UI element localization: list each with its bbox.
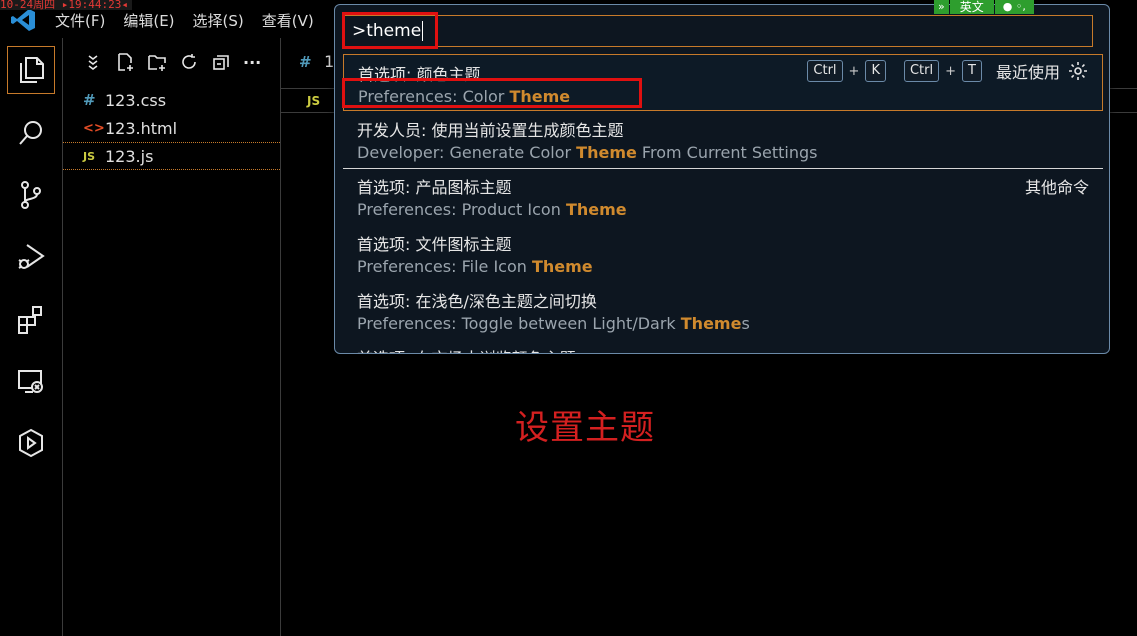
new-folder-icon[interactable] [147, 52, 167, 72]
command-palette: >theme 首选项: 颜色主题 Preferences: Color Them… [334, 4, 1110, 354]
command-item-browse-themes[interactable]: 首选项: 在市场中浏览颜色主题 [343, 339, 1103, 353]
menu-selection[interactable]: 选择(S) [193, 8, 254, 33]
group-separator [343, 168, 1103, 169]
ime-language-toggle[interactable]: 英文 [949, 0, 994, 14]
activity-bar [0, 38, 63, 636]
menu-file[interactable]: 文件(F) [55, 8, 115, 33]
match-highlight: Theme [576, 143, 637, 162]
more-icon[interactable]: ··· [243, 53, 261, 72]
file-item-js[interactable]: JS 123.js [63, 142, 280, 170]
css-file-icon: # [299, 53, 312, 71]
keybinding-group: Ctrl + K Ctrl + T 最近使用 [807, 59, 1088, 83]
breadcrumb-js-icon[interactable]: JS [307, 94, 320, 108]
command-palette-input[interactable]: >theme [343, 15, 1093, 47]
command-item-toggle-theme[interactable]: 首选项: 在浅色/深色主题之间切换 Preferences: Toggle be… [343, 282, 1103, 339]
gear-icon[interactable] [1068, 61, 1088, 81]
vscode-window: 文件(F) 编辑(E) 选择(S) 查看(V) 10-24周四 ▸19:44:2… [0, 0, 1137, 636]
command-item-product-icon-theme[interactable]: 首选项: 产品图标主题 其他命令 Preferences: Product Ic… [343, 168, 1103, 225]
ime-expand-button[interactable]: » [934, 0, 949, 14]
menu-edit[interactable]: 编辑(E) [123, 8, 184, 33]
html-file-icon: <> [83, 120, 105, 136]
live-share-icon[interactable] [12, 424, 50, 462]
subtitle-text: Preferences: Toggle between Light/Dark [357, 314, 681, 333]
collapse-icon[interactable] [83, 52, 103, 72]
explorer-toolbar: ··· [83, 52, 261, 72]
command-subtitle: Preferences: Product Icon Theme [357, 200, 627, 219]
file-item-css[interactable]: # 123.css [63, 86, 280, 114]
keybinding-key: Ctrl [807, 60, 843, 82]
command-subtitle: Preferences: File Icon Theme [357, 257, 593, 276]
command-title: 首选项: 在浅色/深色主题之间切换 [357, 292, 597, 311]
vscode-logo-icon [11, 9, 35, 31]
subtitle-text: s [741, 314, 750, 333]
command-title: 开发人员: 使用当前设置生成颜色主题 [357, 121, 624, 140]
command-title: 首选项: 在市场中浏览颜色主题 [357, 345, 575, 353]
plus-sign: + [848, 63, 860, 79]
remote-explorer-icon[interactable] [12, 362, 50, 400]
command-title: 首选项: 文件图标主题 [357, 235, 512, 254]
recently-used-label: 最近使用 [995, 63, 1060, 82]
subtitle-text: From Current Settings [636, 143, 818, 162]
match-highlight: Theme [531, 257, 593, 276]
command-item-file-icon-theme[interactable]: 首选项: 文件图标主题 Preferences: File Icon Theme [343, 225, 1103, 282]
file-name: 123.js [105, 146, 154, 166]
file-name: 123.html [105, 118, 178, 138]
annotation-box-input [342, 12, 438, 49]
menu-bar: 文件(F) 编辑(E) 选择(S) 查看(V) [55, 8, 332, 33]
collapse-all-icon[interactable] [211, 52, 231, 72]
match-highlight: Theme [680, 314, 742, 333]
source-control-icon[interactable] [12, 176, 50, 214]
match-highlight: Theme [565, 200, 627, 219]
subtitle-text: Preferences: File Icon [357, 257, 532, 276]
menu-view[interactable]: 查看(V) [262, 8, 324, 33]
keybinding-key: T [962, 60, 982, 82]
command-subtitle: Preferences: Toggle between Light/Dark T… [357, 314, 750, 333]
annotation-box-color-theme [342, 78, 642, 108]
datetime-overlay: 10-24周四 ▸19:44:23◂ [0, 0, 132, 10]
file-name: 123.css [105, 90, 167, 110]
refresh-icon[interactable] [179, 52, 199, 72]
subtitle-text: Preferences: Product Icon [357, 200, 566, 219]
plus-sign: + [945, 63, 957, 79]
command-title: 首选项: 产品图标主题 [357, 178, 512, 197]
run-debug-icon[interactable] [12, 238, 50, 276]
extensions-icon[interactable] [12, 300, 50, 338]
ime-toolbar: » 英文 ● ◦, [934, 0, 1034, 14]
new-file-icon[interactable] [115, 52, 135, 72]
explorer-icon[interactable] [7, 46, 55, 94]
command-item-generate-theme[interactable]: 开发人员: 使用当前设置生成颜色主题 Developer: Generate C… [343, 111, 1103, 168]
file-item-html[interactable]: <> 123.html [63, 114, 280, 142]
js-file-icon: JS [83, 149, 96, 163]
subtitle-text: Developer: Generate Color [357, 143, 577, 162]
file-list: # 123.css <> 123.html JS 123.js [63, 86, 280, 170]
annotation-text: 设置主题 [515, 408, 655, 448]
ime-punctuation-toggle[interactable]: ● ◦, [994, 0, 1034, 14]
search-icon[interactable] [12, 114, 50, 152]
command-subtitle: Developer: Generate Color Theme From Cur… [357, 143, 817, 162]
keybinding-key: K [865, 60, 886, 82]
keybinding-key: Ctrl [903, 60, 940, 82]
other-commands-label: 其他命令 [1024, 178, 1089, 197]
explorer-sidebar: ··· # 123.css <> 123.html JS 123.js [63, 38, 281, 636]
css-file-icon: # [83, 91, 96, 109]
